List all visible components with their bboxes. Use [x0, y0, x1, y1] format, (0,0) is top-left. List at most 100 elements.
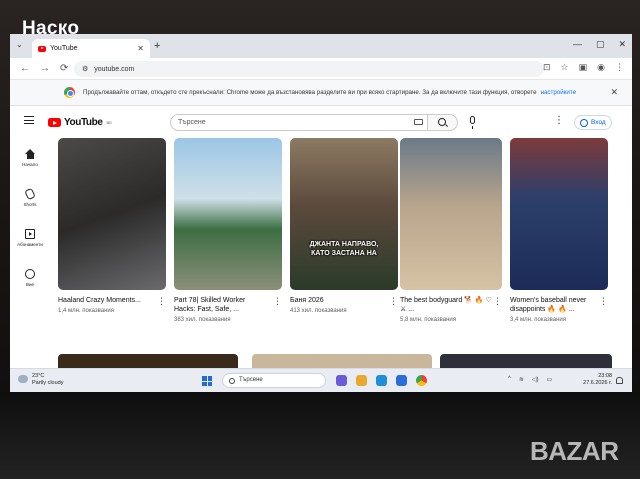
video-title[interactable]: Баня 2026: [290, 296, 384, 305]
tab-strip: ⌄ YouTube ✕ + — ▢ ✕: [10, 34, 632, 58]
edge-icon[interactable]: [376, 375, 387, 386]
infobar-close-icon[interactable]: ✕: [610, 87, 618, 98]
sidebar-item-label: Shorts: [23, 202, 37, 207]
video-views: 3,4 млн. показвания: [510, 317, 567, 323]
toolbar-actions: ⊡ ☆ ▣ ◉ ⋮: [543, 62, 624, 73]
tab-search-icon[interactable]: ⌄: [16, 40, 23, 49]
signin-label: Вход: [591, 119, 606, 126]
extensions-icon[interactable]: ▣: [579, 62, 588, 73]
keyboard-icon[interactable]: [414, 119, 423, 125]
sidebar-item-label: Начало: [22, 162, 38, 167]
new-tab-button[interactable]: +: [154, 40, 160, 52]
video-card[interactable]: The best bodyguard 🐕 🔥 ♡ ⚔ ... 5,8 млн. …: [400, 138, 502, 323]
install-icon[interactable]: ⊡: [543, 62, 551, 73]
youtube-search-input[interactable]: Търсене: [170, 114, 428, 131]
site-info-icon[interactable]: ⚙: [82, 65, 88, 73]
tab-title: YouTube: [50, 45, 78, 52]
video-card[interactable]: Part 78| Skilled Worker Hacks: Fast, Saf…: [174, 138, 282, 323]
clock-date: 27.6.2026 г.: [583, 380, 612, 386]
taskbar-search-input[interactable]: Търсене: [222, 373, 326, 388]
tab-youtube[interactable]: YouTube ✕: [32, 39, 150, 58]
back-icon[interactable]: ←: [20, 63, 30, 74]
video-thumbnail-row2[interactable]: [252, 354, 432, 368]
video-title[interactable]: Women's baseball never disappoints 🔥 🔥 .…: [510, 296, 604, 314]
notifications-icon[interactable]: [616, 377, 623, 384]
tray-chevron-icon[interactable]: ^: [508, 376, 511, 383]
user-icon: [580, 118, 588, 127]
weather-temp: 23°C: [32, 373, 45, 379]
reload-icon[interactable]: ⟳: [60, 63, 68, 74]
weather-desc: Partly cloudy: [32, 380, 64, 386]
store-icon[interactable]: [396, 375, 407, 386]
video-views: 413 хил. показвания: [290, 308, 347, 314]
video-thumbnail-row2[interactable]: [58, 354, 238, 368]
video-options-icon[interactable]: ⋮: [599, 297, 608, 306]
video-options-icon[interactable]: ⋮: [273, 297, 282, 306]
video-card[interactable]: Haaland Crazy Moments... 1,4 млн. показв…: [58, 138, 166, 314]
copilot-icon[interactable]: [336, 375, 347, 386]
sidebar-item-shorts[interactable]: Shorts: [10, 178, 50, 218]
microphone-icon[interactable]: [470, 116, 475, 129]
close-tab-icon[interactable]: ✕: [137, 44, 144, 53]
volume-icon[interactable]: ◁): [532, 376, 539, 383]
system-tray: ^ ≋ ◁) ▭: [508, 376, 552, 383]
youtube-header: YouTube BG Търсене ⋮ Вход: [10, 107, 632, 137]
windows-taskbar: 23°C Partly cloudy Търсене ^ ≋ ◁) ▭ 23:0…: [10, 368, 632, 392]
video-views: 383 хил. показвания: [174, 317, 231, 323]
video-options-icon[interactable]: ⋮: [389, 297, 398, 306]
sidebar-item-label: Вие: [25, 282, 35, 287]
youtube-sidebar: Начало Shorts Абонаменти Вие: [10, 138, 50, 298]
home-icon: [25, 149, 35, 159]
restore-tabs-infobar: Продължавайте оттам, откъдето сте прекъс…: [10, 80, 632, 106]
video-thumbnail[interactable]: [174, 138, 282, 290]
shorts-icon: [24, 187, 36, 201]
video-card[interactable]: Women's baseball never disappoints 🔥 🔥 .…: [510, 138, 608, 323]
forward-icon[interactable]: →: [40, 63, 50, 74]
youtube-logo[interactable]: YouTube BG: [48, 117, 112, 128]
menu-icon[interactable]: ⋮: [615, 62, 624, 73]
video-title[interactable]: The best bodyguard 🐕 🔥 ♡ ⚔ ...: [400, 296, 494, 314]
sidebar-item-label: Абонаменти: [17, 242, 43, 247]
battery-icon[interactable]: ▭: [546, 376, 552, 383]
windows-start-icon[interactable]: [202, 376, 212, 386]
video-options-icon[interactable]: ⋮: [157, 297, 166, 306]
video-thumbnail[interactable]: [400, 138, 502, 290]
chrome-taskbar-icon[interactable]: [416, 375, 427, 386]
video-card[interactable]: ДЖАНТА НАПРАВО, КАТО ЗАСТАНА НА Баня 202…: [290, 138, 398, 314]
url-text: youtube.com: [94, 65, 135, 73]
subscriptions-icon: [25, 229, 35, 239]
you-icon: [25, 269, 35, 279]
hamburger-menu-icon[interactable]: [24, 116, 34, 127]
youtube-region: BG: [106, 120, 112, 125]
sidebar-item-home[interactable]: Начало: [10, 138, 50, 178]
browser-toolbar: ← → ⟳ ⚙ youtube.com ⊡ ☆ ▣ ◉ ⋮: [10, 58, 632, 80]
video-options-icon[interactable]: ⋮: [493, 297, 502, 306]
bookmark-star-icon[interactable]: ☆: [561, 62, 569, 73]
taskbar-clock[interactable]: 23:08 27.6.2026 г.: [576, 373, 612, 387]
settings-menu-icon[interactable]: ⋮: [554, 116, 564, 126]
sidebar-item-subscriptions[interactable]: Абонаменти: [10, 218, 50, 258]
weather-widget[interactable]: 23°C Partly cloudy: [18, 373, 64, 387]
video-thumbnail-row2[interactable]: [440, 354, 612, 368]
maximize-icon[interactable]: ▢: [596, 39, 605, 50]
search-button[interactable]: [428, 114, 458, 131]
video-thumbnail[interactable]: [58, 138, 166, 290]
video-views: 1,4 млн. показвания: [58, 308, 115, 314]
taskbar-apps: [336, 375, 427, 386]
wifi-icon[interactable]: ≋: [519, 376, 524, 383]
minimize-icon[interactable]: —: [573, 39, 582, 50]
laptop-screen: ⌄ YouTube ✕ + — ▢ ✕ ← → ⟳ ⚙ youtube.com …: [10, 34, 632, 392]
signin-button[interactable]: Вход: [574, 115, 612, 130]
sidebar-item-you[interactable]: Вие: [10, 258, 50, 298]
video-title[interactable]: Part 78| Skilled Worker Hacks: Fast, Saf…: [174, 296, 268, 314]
video-thumbnail[interactable]: ДЖАНТА НАПРАВО, КАТО ЗАСТАНА НА: [290, 138, 398, 290]
address-bar[interactable]: ⚙ youtube.com: [74, 61, 544, 77]
profile-icon[interactable]: ◉: [597, 62, 605, 73]
thumbnail-caption: ДЖАНТА НАПРАВО, КАТО ЗАСТАНА НА: [309, 241, 379, 257]
video-title[interactable]: Haaland Crazy Moments...: [58, 296, 152, 305]
infobar-settings-link[interactable]: настройките: [541, 89, 577, 96]
close-window-icon[interactable]: ✕: [618, 39, 626, 50]
file-explorer-icon[interactable]: [356, 375, 367, 386]
video-thumbnail[interactable]: [510, 138, 608, 290]
window-controls: — ▢ ✕: [573, 39, 626, 50]
